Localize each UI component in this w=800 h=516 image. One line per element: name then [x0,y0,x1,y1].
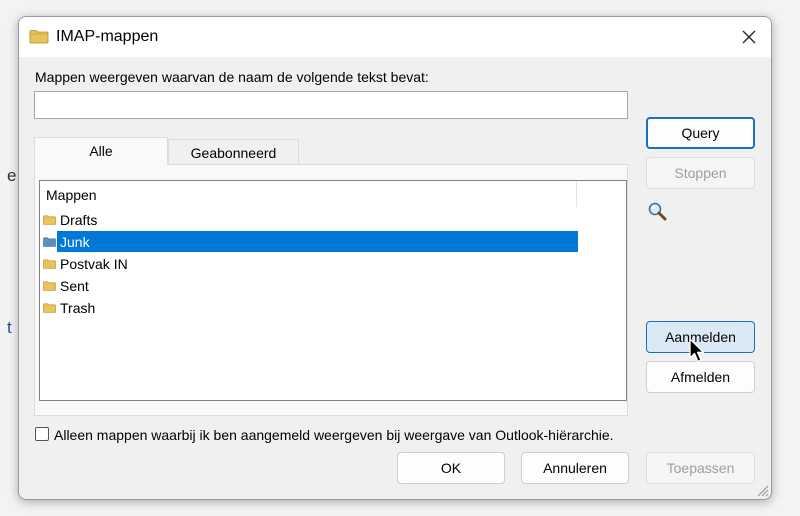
dialog-titlebar: IMAP-mappen [19,17,771,57]
list-item-label: Drafts [60,212,98,228]
folder-icon [29,30,49,44]
close-icon [742,30,756,44]
query-button[interactable]: Query [646,117,755,149]
list-item-trash[interactable]: Trash [43,297,577,319]
close-button[interactable] [735,23,763,51]
background-text-fragment: e [7,166,17,185]
list-item-label: Trash [60,300,96,316]
resize-grip-icon[interactable] [755,483,769,497]
imap-folders-dialog: IMAP-mappen Mappen weergeven waarvan de … [18,16,772,500]
list-item-label: Postvak IN [60,256,128,272]
column-header-label: Mappen [46,187,97,203]
background-link-fragment: t [7,318,12,337]
selection-highlight [57,231,578,252]
list-item-postvak-in[interactable]: Postvak IN [43,253,577,275]
mouse-cursor-icon [689,338,705,363]
cancel-button[interactable]: Annuleren [521,452,629,484]
folder-icon [43,281,56,291]
list-item-label: Junk [60,234,90,250]
apply-button[interactable]: Toepassen [646,452,755,484]
folder-icon [43,259,56,269]
tab-geabonneerd[interactable]: Geabonneerd [168,139,299,164]
subscribed-only-label: Alleen mappen waarbij ik ben aangemeld w… [54,427,614,443]
list-item-drafts[interactable]: Drafts [43,209,577,231]
list-item-junk[interactable]: Junk [43,231,578,253]
list-column-header[interactable]: Mappen [40,181,577,207]
filter-input[interactable] [34,91,628,119]
unsubscribe-button[interactable]: Afmelden [646,361,755,393]
search-magnifier-icon [648,202,667,221]
folder-icon [43,303,56,313]
filter-label: Mappen weergeven waarvan de naam de volg… [35,69,429,85]
tab-alle[interactable]: Alle [34,137,168,165]
list-item-label: Sent [60,278,89,294]
ok-button[interactable]: OK [397,452,505,484]
folder-icon [43,237,56,247]
folder-list[interactable]: Mappen Drafts Junk Postvak IN Sent Trash [39,180,627,401]
stop-button[interactable]: Stoppen [646,157,755,189]
subscribed-only-checkbox[interactable] [35,427,49,441]
dialog-title: IMAP-mappen [56,28,159,45]
folder-icon [43,215,56,225]
list-item-sent[interactable]: Sent [43,275,577,297]
